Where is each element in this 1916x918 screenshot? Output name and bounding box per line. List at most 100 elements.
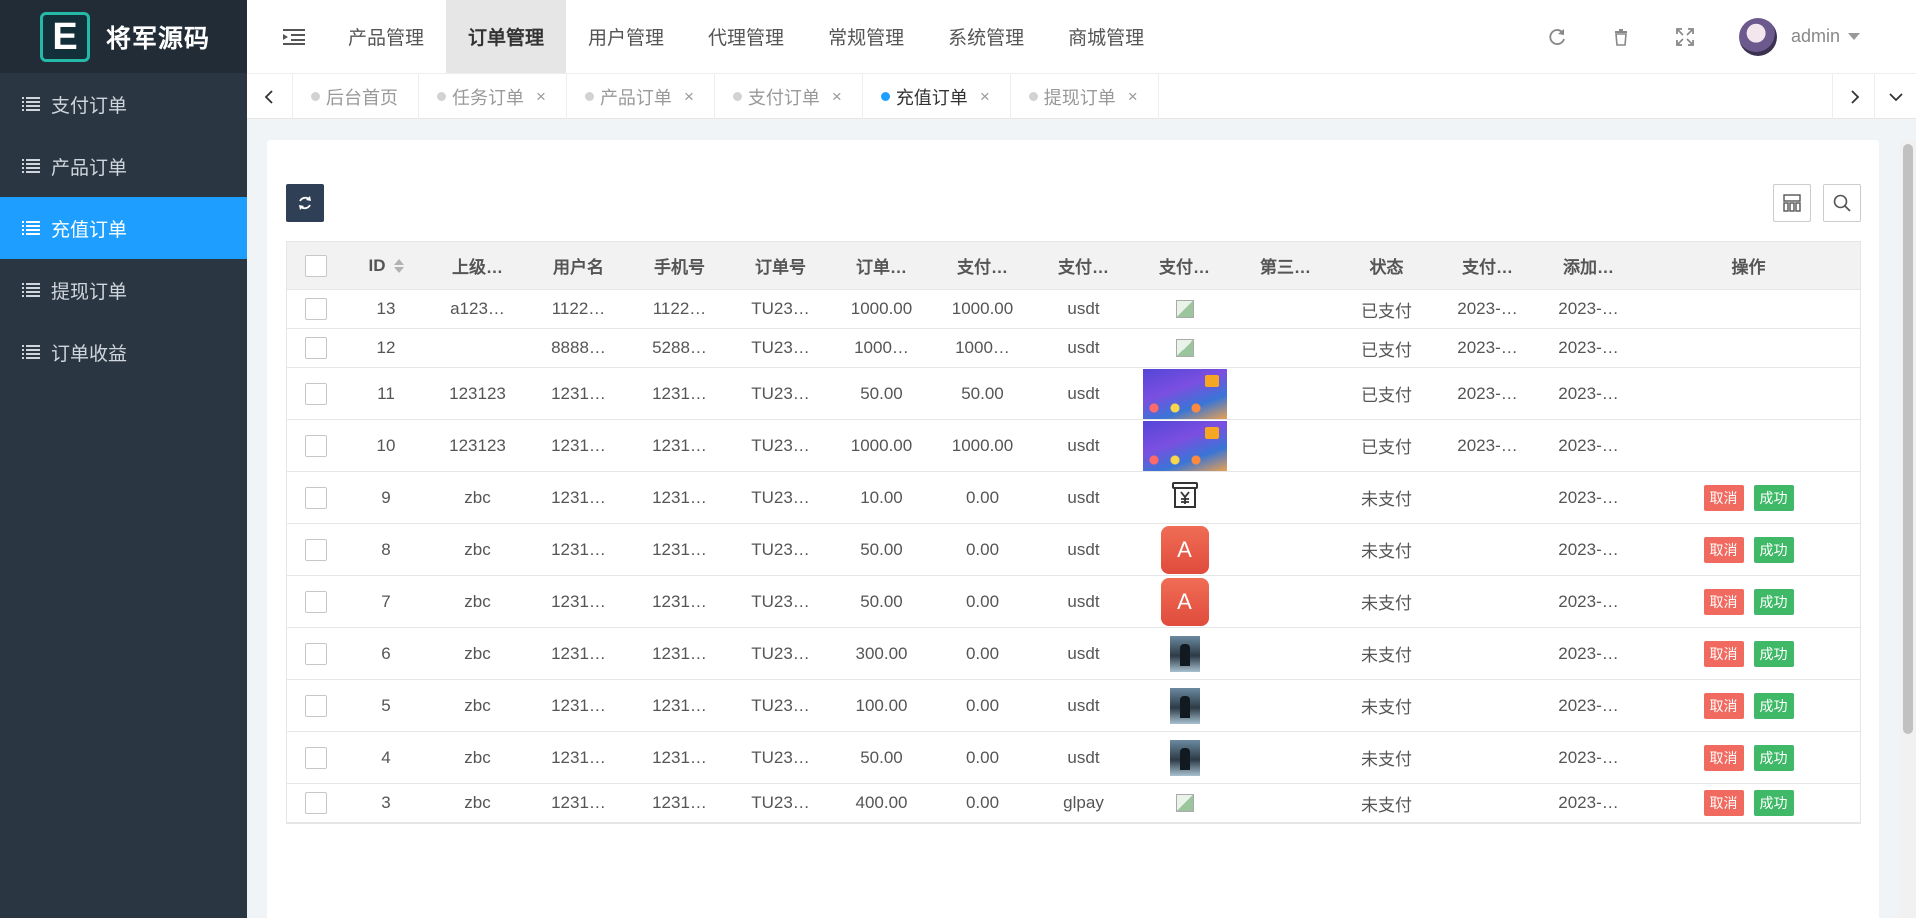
close-icon[interactable]: × bbox=[536, 87, 546, 107]
row-checkbox[interactable] bbox=[305, 746, 327, 769]
success-button[interactable]: 成功 bbox=[1753, 536, 1794, 563]
close-icon[interactable]: × bbox=[832, 87, 842, 107]
select-all-checkbox[interactable] bbox=[305, 254, 327, 277]
cancel-button[interactable]: 取消 bbox=[1703, 640, 1744, 667]
phone-cell: 1231… bbox=[652, 695, 707, 715]
sort-icon[interactable] bbox=[393, 259, 404, 274]
top-nav-item[interactable]: 商城管理 bbox=[1046, 0, 1166, 73]
top-nav-item[interactable]: 订单管理 bbox=[446, 0, 567, 73]
success-button[interactable]: 成功 bbox=[1753, 484, 1794, 511]
payment-image-thumbnail[interactable] bbox=[1142, 420, 1227, 471]
phone-cell: 1231… bbox=[652, 591, 707, 611]
order-id-cell: 5 bbox=[381, 695, 391, 715]
order-id-cell: 11 bbox=[377, 383, 395, 403]
sidebar-item[interactable]: 支付订单 bbox=[0, 73, 247, 135]
top-nav-item[interactable]: 代理管理 bbox=[686, 0, 806, 73]
payment-photo-thumbnail[interactable] bbox=[1169, 635, 1200, 672]
actions-cell: 取消 成功 bbox=[1639, 744, 1858, 771]
sidebar-item[interactable]: 提现订单 bbox=[0, 259, 247, 321]
header-parent: 上级… bbox=[452, 258, 503, 277]
status-cell: 已支付 bbox=[1361, 438, 1412, 457]
page-scrollbar[interactable] bbox=[1900, 140, 1916, 918]
cancel-button[interactable]: 取消 bbox=[1703, 790, 1744, 816]
header-paid-amount: 支付… bbox=[957, 258, 1008, 277]
payment-photo-thumbnail[interactable] bbox=[1169, 687, 1200, 724]
order-no-cell: TU23… bbox=[751, 643, 810, 663]
page-tab[interactable]: 后台首页 bbox=[293, 74, 419, 119]
success-button[interactable]: 成功 bbox=[1753, 744, 1794, 771]
cancel-button[interactable]: 取消 bbox=[1703, 588, 1744, 615]
yen-receipt-icon[interactable] bbox=[1170, 480, 1200, 515]
row-checkbox[interactable] bbox=[305, 298, 327, 320]
sidebar-item-label: 提现订单 bbox=[51, 281, 128, 303]
refresh-page-button[interactable] bbox=[1525, 0, 1589, 73]
user-menu[interactable]: admin bbox=[1717, 17, 1916, 56]
fullscreen-button[interactable] bbox=[1653, 0, 1717, 73]
scrollbar-thumb[interactable] bbox=[1903, 144, 1913, 734]
success-button[interactable]: 成功 bbox=[1753, 790, 1794, 816]
row-checkbox[interactable] bbox=[305, 434, 327, 457]
tabs-menu-button[interactable] bbox=[1874, 74, 1916, 119]
top-right-tools: admin bbox=[1525, 0, 1916, 73]
success-button[interactable]: 成功 bbox=[1753, 640, 1794, 667]
page-tabs: 后台首页 任务订单 × 产品订单 × 支付订单 × 充值订单 × 提现订单 × bbox=[293, 74, 1832, 119]
tab-status-dot bbox=[880, 92, 890, 101]
row-checkbox[interactable] bbox=[305, 538, 327, 561]
page-tab[interactable]: 产品订单 × bbox=[567, 74, 715, 119]
cancel-button[interactable]: 取消 bbox=[1703, 744, 1744, 771]
top-nav-item[interactable]: 产品管理 bbox=[326, 0, 446, 73]
list-icon bbox=[22, 221, 40, 235]
top-nav-item[interactable]: 用户管理 bbox=[566, 0, 686, 73]
cancel-button[interactable]: 取消 bbox=[1703, 692, 1744, 719]
app-a-icon[interactable]: A bbox=[1160, 577, 1209, 626]
broken-image-icon[interactable] bbox=[1175, 300, 1194, 318]
top-nav-item[interactable]: 常规管理 bbox=[806, 0, 926, 73]
username: admin bbox=[1790, 26, 1840, 46]
success-button[interactable]: 成功 bbox=[1753, 588, 1794, 615]
broken-image-icon[interactable] bbox=[1175, 794, 1194, 812]
success-button[interactable]: 成功 bbox=[1753, 692, 1794, 719]
paid-amount-cell: 1000… bbox=[955, 338, 1010, 357]
logo: E 将军源码 bbox=[0, 0, 247, 73]
parent-user-cell: a123… bbox=[450, 299, 505, 318]
pay-image-cell: A bbox=[1134, 525, 1235, 574]
row-checkbox[interactable] bbox=[305, 486, 327, 509]
cancel-button[interactable]: 取消 bbox=[1703, 536, 1744, 563]
header-id[interactable]: ID bbox=[345, 256, 427, 276]
row-checkbox[interactable] bbox=[305, 694, 327, 717]
row-checkbox[interactable] bbox=[305, 642, 327, 665]
app-a-icon[interactable]: A bbox=[1160, 525, 1209, 574]
paid-amount-cell: 0.00 bbox=[965, 539, 1000, 559]
page-tab[interactable]: 提现订单 × bbox=[1011, 74, 1159, 119]
row-checkbox[interactable] bbox=[305, 792, 327, 814]
payment-photo-thumbnail[interactable] bbox=[1169, 739, 1200, 776]
menu-toggle-button[interactable] bbox=[262, 0, 326, 73]
tabs-scroll-right-button[interactable] bbox=[1832, 74, 1874, 119]
phone-cell: 1122… bbox=[652, 299, 707, 318]
table-refresh-button[interactable] bbox=[286, 184, 324, 222]
tabs-scroll-left-button[interactable] bbox=[247, 74, 293, 119]
page-tab[interactable]: 任务订单 × bbox=[419, 74, 567, 119]
payment-image-thumbnail[interactable] bbox=[1142, 368, 1227, 419]
page-tab[interactable]: 支付订单 × bbox=[715, 74, 863, 119]
pay-image-cell: A bbox=[1134, 577, 1235, 626]
close-icon[interactable]: × bbox=[980, 87, 990, 107]
sidebar-item[interactable]: 订单收益 bbox=[0, 321, 247, 383]
columns-toggle-button[interactable] bbox=[1773, 184, 1811, 222]
header-actions: 操作 bbox=[1731, 258, 1766, 277]
row-checkbox[interactable] bbox=[305, 590, 327, 613]
cancel-button[interactable]: 取消 bbox=[1703, 484, 1744, 511]
row-checkbox[interactable] bbox=[305, 382, 327, 405]
close-icon[interactable]: × bbox=[1128, 87, 1138, 107]
top-nav-item[interactable]: 系统管理 bbox=[926, 0, 1046, 73]
sidebar-item[interactable]: 产品订单 bbox=[0, 135, 247, 197]
sidebar-item[interactable]: 充值订单 bbox=[0, 197, 247, 259]
search-toggle-button[interactable] bbox=[1823, 184, 1861, 222]
username-cell: 1231… bbox=[551, 539, 606, 559]
clear-cache-button[interactable] bbox=[1589, 0, 1653, 73]
broken-image-icon[interactable] bbox=[1175, 339, 1194, 357]
close-icon[interactable]: × bbox=[684, 87, 694, 107]
row-checkbox[interactable] bbox=[305, 337, 327, 359]
header-status: 状态 bbox=[1369, 258, 1404, 277]
page-tab[interactable]: 充值订单 × bbox=[863, 74, 1011, 119]
